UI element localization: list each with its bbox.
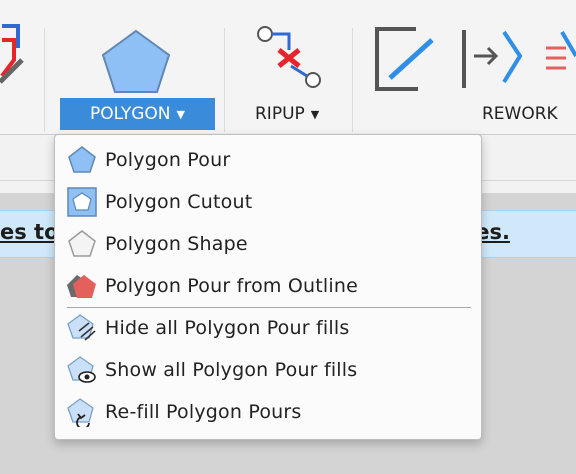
hide-fills-icon	[65, 311, 99, 345]
menu-item-refill-polygon-pours[interactable]: Re-fill Polygon Pours	[65, 395, 470, 429]
split-icon[interactable]	[374, 26, 442, 92]
menu-item-polygon-pour[interactable]: Polygon Pour	[65, 143, 470, 177]
ripup-dropdown-button[interactable]: RIPUP ▼	[255, 104, 319, 124]
polygon-dropdown-menu: Polygon Pour Polygon Cutout Polygon Shap…	[54, 134, 482, 440]
info-text-left[interactable]: es to	[0, 220, 59, 244]
menu-separator	[67, 307, 471, 308]
ripup-label: RIPUP	[255, 104, 305, 124]
menu-item-label: Re-fill Polygon Pours	[105, 401, 302, 423]
menu-item-hide-fills[interactable]: Hide all Polygon Pour fills	[65, 311, 470, 345]
polygon-pour-icon	[65, 143, 99, 177]
polygon-pour-outline-icon	[65, 269, 99, 303]
menu-item-polygon-cutout[interactable]: Polygon Cutout	[65, 185, 470, 219]
menu-item-label: Polygon Pour	[105, 149, 231, 171]
menu-item-label: Show all Polygon Pour fills	[105, 359, 358, 381]
chevron-down-icon: ▼	[176, 107, 185, 121]
toolbar: POLYGON ▼ RIPUP ▼ REWORK	[0, 0, 576, 134]
polygon-shape-icon	[65, 227, 99, 261]
polygon-button-label: POLYGON	[90, 104, 171, 124]
menu-item-label: Polygon Shape	[105, 233, 248, 255]
rework-label: REWORK	[482, 104, 558, 124]
chevron-down-icon: ▼	[310, 107, 320, 121]
menu-item-label: Polygon Cutout	[105, 191, 253, 213]
rework-red-icon[interactable]	[544, 26, 576, 92]
menu-item-polygon-shape[interactable]: Polygon Shape	[65, 227, 470, 261]
ripup-icon[interactable]	[255, 24, 325, 90]
menu-item-show-fills[interactable]: Show all Polygon Pour fills	[65, 353, 470, 387]
menu-item-label: Polygon Pour from Outline	[105, 275, 358, 297]
refill-icon	[65, 395, 99, 429]
route-tool-icon[interactable]	[0, 20, 30, 90]
polygon-dropdown-button[interactable]: POLYGON ▼	[60, 98, 215, 130]
polygon-cutout-icon	[65, 185, 99, 219]
show-fills-icon	[65, 353, 99, 387]
menu-item-label: Hide all Polygon Pour fills	[105, 317, 350, 339]
menu-item-polygon-pour-from-outline[interactable]: Polygon Pour from Outline	[65, 269, 470, 303]
move-icon[interactable]	[460, 26, 524, 92]
polygon-large-icon[interactable]	[100, 28, 172, 96]
